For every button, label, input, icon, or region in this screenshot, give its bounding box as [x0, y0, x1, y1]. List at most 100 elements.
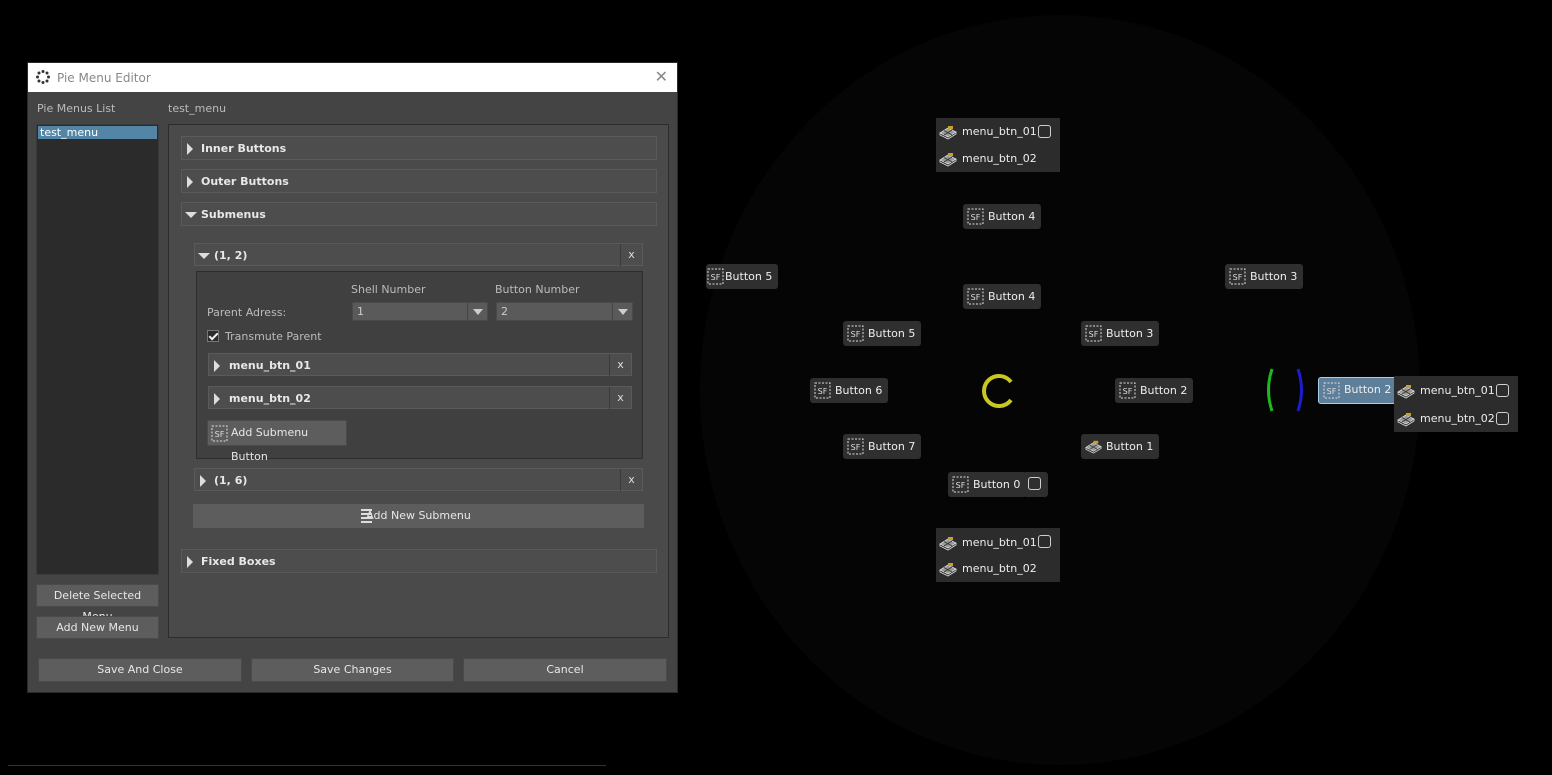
- expand-arrow-icon: [214, 393, 220, 405]
- item-checkbox[interactable]: [1038, 125, 1051, 138]
- submenu-button-name: menu_btn_02: [229, 392, 311, 405]
- submenu-group-right: menu_btn_01 menu_btn_02: [1394, 376, 1518, 432]
- script-icon: [847, 438, 864, 455]
- item-label: menu_btn_01: [962, 125, 1037, 138]
- button-label: Button 6: [835, 384, 883, 397]
- pie-menu-preview-background: [700, 15, 1420, 765]
- item-checkbox[interactable]: [1038, 535, 1051, 548]
- close-icon[interactable]: ✕: [655, 68, 668, 86]
- mesh-icon: [1085, 438, 1102, 455]
- list-item[interactable]: menu_btn_01: [936, 120, 1037, 144]
- list-item[interactable]: menu_btn_02: [1394, 407, 1495, 431]
- section-outer-buttons[interactable]: Outer Buttons: [181, 169, 657, 193]
- remove-submenu-button[interactable]: x: [620, 244, 642, 266]
- submenu-button-row[interactable]: menu_btn_01 x: [208, 353, 632, 376]
- script-icon: [1323, 382, 1340, 399]
- list-item[interactable]: menu_btn_01: [1394, 379, 1495, 403]
- button-label: Button 2: [1344, 383, 1392, 396]
- expand-arrow-icon: [187, 143, 193, 155]
- item-label: menu_btn_01: [1420, 384, 1495, 397]
- remove-submenu-button[interactable]: x: [620, 469, 642, 491]
- button-label: Button 5: [868, 327, 916, 340]
- button-0-checkbox[interactable]: [1028, 477, 1041, 490]
- submenu-name: (1, 6): [214, 474, 248, 487]
- outer-button-5[interactable]: Button 5: [706, 264, 779, 289]
- list-item[interactable]: test_menu: [38, 126, 157, 139]
- direction-arcs-icon: [1267, 368, 1303, 412]
- inner-button-4[interactable]: Button 4: [963, 284, 1042, 309]
- expand-arrow-icon: [187, 176, 193, 188]
- add-submenu-button-button[interactable]: SF Add Submenu Button: [207, 420, 347, 463]
- inner-button-2[interactable]: Button 2: [1115, 378, 1194, 403]
- item-checkbox[interactable]: [1496, 412, 1509, 425]
- pie-menus-list-label: Pie Menus List: [37, 102, 116, 115]
- remove-button[interactable]: x: [609, 387, 631, 409]
- inner-button-6[interactable]: Button 6: [810, 378, 889, 403]
- title-bar: Pie Menu Editor ✕: [28, 63, 677, 92]
- submenu-name: (1, 2): [214, 249, 248, 262]
- section-title: Fixed Boxes: [201, 555, 276, 568]
- pie-center-indicator-icon: [982, 374, 1013, 408]
- script-icon: [814, 382, 831, 399]
- transmute-parent-checkbox[interactable]: [207, 330, 219, 342]
- add-new-menu-label: Add New Menu: [56, 621, 139, 634]
- button-label: Button 1: [1106, 440, 1154, 453]
- mesh-icon: [939, 151, 957, 167]
- add-new-submenu-button[interactable]: Add New Submenu: [192, 503, 645, 529]
- app-icon: [36, 70, 50, 84]
- section-inner-buttons[interactable]: Inner Buttons: [181, 136, 657, 160]
- collapse-arrow-icon: [198, 253, 210, 259]
- submenu-button-name: menu_btn_01: [229, 359, 311, 372]
- inner-button-1[interactable]: Button 1: [1081, 434, 1160, 459]
- transmute-parent-label: Transmute Parent: [225, 330, 322, 343]
- button-label: Button 2: [1140, 384, 1188, 397]
- section-title: Outer Buttons: [201, 175, 289, 188]
- divider: [8, 765, 606, 766]
- section-submenus[interactable]: Submenus: [181, 202, 657, 226]
- inner-button-5[interactable]: Button 5: [843, 321, 922, 346]
- save-changes-button[interactable]: Save Changes: [251, 658, 454, 682]
- cancel-button[interactable]: Cancel: [463, 658, 667, 682]
- submenu-header[interactable]: (1, 6) x: [194, 468, 643, 491]
- item-label: menu_btn_02: [1420, 412, 1495, 425]
- list-item[interactable]: menu_btn_01: [936, 531, 1037, 555]
- button-number-select[interactable]: 2: [496, 302, 633, 321]
- save-and-close-button[interactable]: Save And Close: [38, 658, 242, 682]
- svg-text:SF: SF: [215, 430, 225, 439]
- collapse-arrow-icon: [185, 212, 197, 218]
- inner-button-3[interactable]: Button 3: [1081, 321, 1160, 346]
- button-number-header: Button Number: [495, 283, 580, 296]
- expand-arrow-icon: [200, 475, 206, 487]
- inner-button-7[interactable]: Button 7: [843, 434, 922, 459]
- list-item[interactable]: menu_btn_02: [936, 557, 1037, 581]
- list-item[interactable]: menu_btn_02: [936, 147, 1037, 171]
- mesh-icon: [1397, 383, 1415, 399]
- button-label: Button 0: [973, 478, 1021, 491]
- selected-button-2[interactable]: Button 2: [1318, 377, 1399, 404]
- add-new-submenu-label: Add New Submenu: [366, 509, 471, 522]
- shell-number-select[interactable]: 1: [352, 302, 488, 321]
- delete-selected-menu-button[interactable]: Delete Selected Menu: [36, 584, 159, 623]
- script-icon: [1229, 268, 1246, 285]
- button-label: Button 5: [725, 270, 773, 283]
- mesh-icon: [939, 561, 957, 577]
- script-icon: SF: [211, 425, 228, 442]
- save-changes-label: Save Changes: [313, 663, 392, 676]
- script-icon: [967, 288, 984, 305]
- section-fixed-boxes[interactable]: Fixed Boxes: [181, 549, 657, 573]
- remove-button[interactable]: x: [609, 354, 631, 376]
- outer-button-3[interactable]: Button 3: [1225, 264, 1304, 289]
- add-new-menu-button[interactable]: Add New Menu: [36, 616, 159, 639]
- submenu-header[interactable]: (1, 2) x: [194, 243, 643, 266]
- script-icon: [1119, 382, 1136, 399]
- button-label: Button 4: [988, 290, 1036, 303]
- outer-button-4[interactable]: Button 4: [963, 204, 1042, 229]
- submenu-group-bottom: menu_btn_01 menu_btn_02: [936, 528, 1060, 582]
- inner-button-0[interactable]: Button 0: [948, 472, 1027, 497]
- submenu-button-row[interactable]: menu_btn_02 x: [208, 386, 632, 409]
- item-checkbox[interactable]: [1496, 384, 1509, 397]
- button-0-checkbox-box[interactable]: [1023, 472, 1048, 497]
- pie-menus-list[interactable]: test_menu: [36, 124, 159, 575]
- cancel-label: Cancel: [546, 663, 584, 676]
- list-icon: [361, 509, 372, 523]
